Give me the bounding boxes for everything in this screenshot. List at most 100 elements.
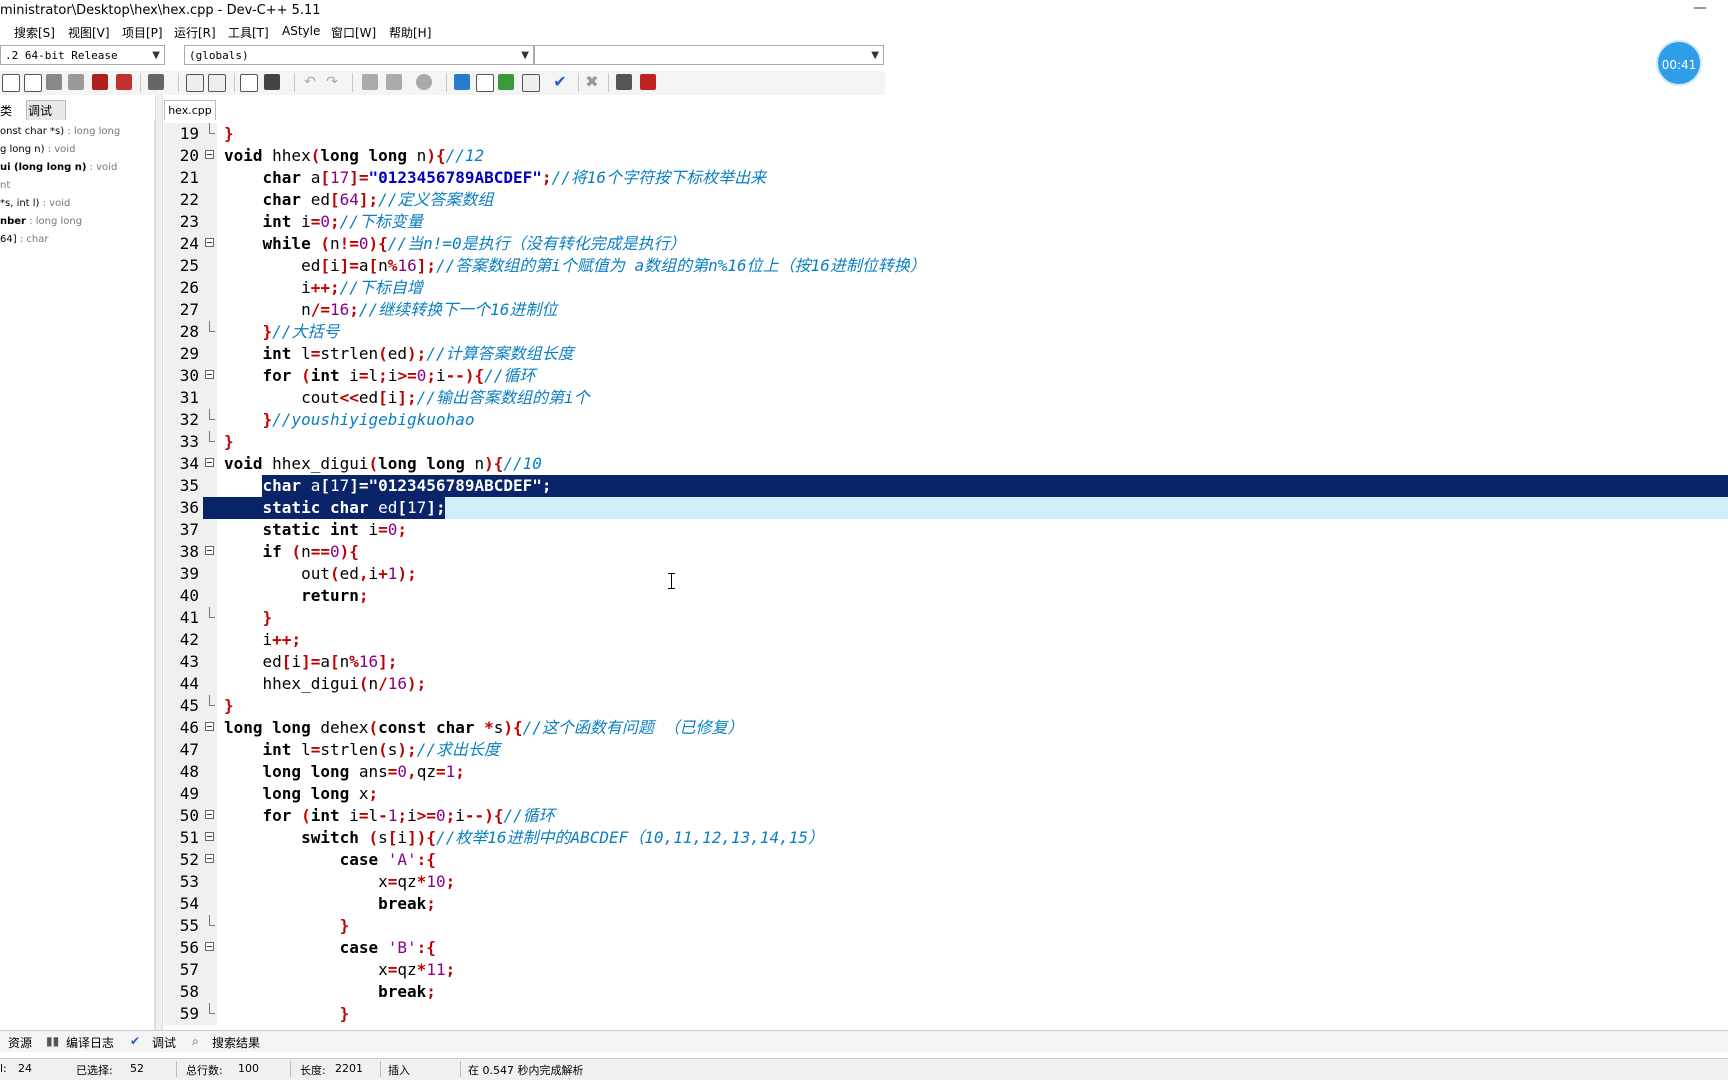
- code-line[interactable]: 22 char ed[64];//定义答案数组: [164, 189, 1728, 211]
- code-line[interactable]: 19}: [164, 123, 1728, 145]
- code-line[interactable]: 25 ed[i]=a[n%16];//答案数组的第i个赋值为 a数组的第n%16…: [164, 255, 1728, 277]
- menu-tools[interactable]: 工具[T]: [228, 24, 269, 41]
- fold-toggle-icon[interactable]: [205, 942, 214, 951]
- list-item[interactable]: nt: [0, 180, 10, 191]
- code-line[interactable]: 40 return;: [164, 585, 1728, 607]
- undo-icon[interactable]: ↶: [302, 74, 318, 90]
- code-line[interactable]: 59 }: [164, 1003, 1728, 1025]
- code-line[interactable]: 50 for (int i=l-1;i>=0;i--){//循环: [164, 805, 1728, 827]
- toggle-bookmark-icon[interactable]: [362, 74, 378, 90]
- code-line[interactable]: 35 char a[17]="0123456789ABCDEF";: [164, 475, 1728, 497]
- fold-toggle-icon[interactable]: [205, 370, 214, 379]
- fold-toggle-icon[interactable]: [205, 150, 214, 159]
- run-icon[interactable]: [476, 74, 494, 92]
- fold-toggle-icon[interactable]: [205, 810, 214, 819]
- code-line[interactable]: 28 }//大括号: [164, 321, 1728, 343]
- save-all-icon[interactable]: [68, 74, 84, 90]
- code-line[interactable]: 41 }: [164, 607, 1728, 629]
- comment-icon[interactable]: [416, 74, 432, 90]
- code-line[interactable]: 46 long long dehex(const char *s){//这个函数有…: [164, 717, 1728, 739]
- tab-classes[interactable]: 类: [0, 102, 12, 119]
- print-icon[interactable]: [148, 74, 164, 90]
- code-line[interactable]: 53 x=qz*10;: [164, 871, 1728, 893]
- menu-window[interactable]: 窗口[W]: [331, 24, 376, 41]
- indent-icon[interactable]: [264, 74, 280, 90]
- rebuild-all-icon[interactable]: [522, 74, 540, 92]
- list-item[interactable]: g long n) : void: [0, 144, 75, 155]
- code-line[interactable]: 38 if (n==0){: [164, 541, 1728, 563]
- save-icon[interactable]: [46, 74, 62, 90]
- code-line[interactable]: 48 long long ans=0,qz=1;: [164, 761, 1728, 783]
- replace-icon[interactable]: [208, 74, 226, 92]
- code-line[interactable]: 32 }//youshiyigebigkuohao: [164, 409, 1728, 431]
- code-line[interactable]: 36 static char ed[17];: [164, 497, 1728, 519]
- fold-toggle-icon[interactable]: [205, 238, 214, 247]
- syntax-check-icon[interactable]: ✔: [552, 74, 568, 90]
- code-line[interactable]: 49 long long x;: [164, 783, 1728, 805]
- code-line[interactable]: 26 i++;//下标自增: [164, 277, 1728, 299]
- code-editor[interactable]: 19} 20 void hhex(long long n){//12 21 char …: [164, 123, 1728, 1025]
- code-line[interactable]: 20 void hhex(long long n){//12: [164, 145, 1728, 167]
- list-item[interactable]: 64] : char: [0, 234, 48, 245]
- fold-toggle-icon[interactable]: [205, 458, 214, 467]
- tab-debug-output[interactable]: 调试: [152, 1034, 176, 1051]
- list-item[interactable]: ui (long long n) : void: [0, 162, 117, 173]
- code-line[interactable]: 23 int i=0;//下标变量: [164, 211, 1728, 233]
- code-line[interactable]: 24 while (n!=0){//当n!=0是执行（没有转化完成是执行）: [164, 233, 1728, 255]
- redo-icon[interactable]: ↷: [324, 74, 340, 90]
- compile-run-icon[interactable]: [498, 74, 514, 90]
- code-line[interactable]: 55 }: [164, 915, 1728, 937]
- code-line[interactable]: 56 case 'B':{: [164, 937, 1728, 959]
- code-line[interactable]: 57 x=qz*11;: [164, 959, 1728, 981]
- code-line[interactable]: 31 cout<<ed[i];//输出答案数组的第i个: [164, 387, 1728, 409]
- tab-search-results[interactable]: 搜索结果: [212, 1034, 260, 1051]
- fold-toggle-icon[interactable]: [205, 722, 214, 731]
- code-line[interactable]: 33}: [164, 431, 1728, 453]
- new-project-icon[interactable]: [24, 74, 42, 92]
- code-line[interactable]: 45}: [164, 695, 1728, 717]
- compile-icon[interactable]: [454, 74, 470, 90]
- menu-run[interactable]: 运行[R]: [174, 24, 216, 41]
- code-line[interactable]: 58 break;: [164, 981, 1728, 1003]
- member-select[interactable]: ▼: [534, 45, 884, 65]
- tab-debug[interactable]: 调试: [28, 102, 52, 119]
- stop-icon[interactable]: ✖: [584, 74, 600, 90]
- code-line[interactable]: 44 hhex_digui(n/16);: [164, 673, 1728, 695]
- menu-view[interactable]: 视图[V]: [68, 24, 110, 41]
- code-line[interactable]: 54 break;: [164, 893, 1728, 915]
- minimize-button[interactable]: —: [1690, 0, 1710, 20]
- code-line[interactable]: 43 ed[i]=a[n%16];: [164, 651, 1728, 673]
- fold-toggle-icon[interactable]: [205, 832, 214, 841]
- menu-project[interactable]: 项目[P]: [122, 24, 163, 41]
- code-line[interactable]: 39 out(ed,i+1);: [164, 563, 1728, 585]
- timer-badge[interactable]: 00:41: [1656, 40, 1702, 86]
- close-file-icon[interactable]: [92, 74, 108, 90]
- goto-bookmark-icon[interactable]: [386, 74, 402, 90]
- panel-splitter[interactable]: [155, 95, 163, 1030]
- goto-line-icon[interactable]: [240, 74, 258, 92]
- fold-toggle-icon[interactable]: [205, 854, 214, 863]
- menu-help[interactable]: 帮助[H]: [389, 24, 431, 41]
- code-line[interactable]: 52 case 'A':{: [164, 849, 1728, 871]
- list-item[interactable]: onst char *s) : long long: [0, 126, 120, 137]
- menu-astyle[interactable]: AStyle: [282, 24, 320, 38]
- list-item[interactable]: nber : long long: [0, 216, 82, 227]
- code-line[interactable]: 34 void hhex_digui(long long n){//10: [164, 453, 1728, 475]
- new-file-icon[interactable]: [2, 74, 20, 92]
- code-line[interactable]: 29 int l=strlen(ed);//计算答案数组长度: [164, 343, 1728, 365]
- tab-resources[interactable]: 资源: [8, 1034, 32, 1051]
- menu-search[interactable]: 搜索[S]: [14, 24, 55, 41]
- code-line[interactable]: 47 int l=strlen(s);//求出长度: [164, 739, 1728, 761]
- file-tab-hex-cpp[interactable]: hex.cpp: [164, 100, 216, 120]
- compiler-select[interactable]: .2 64-bit Release ▼: [0, 45, 165, 65]
- close-all-icon[interactable]: [116, 74, 132, 90]
- profile-icon[interactable]: [616, 74, 632, 90]
- find-icon[interactable]: [186, 74, 204, 92]
- tab-compile-log[interactable]: 编译日志: [66, 1034, 114, 1051]
- code-line[interactable]: 51 switch (s[i]){//枚举16进制中的ABCDEF（10,11,…: [164, 827, 1728, 849]
- code-line[interactable]: 37 static int i=0;: [164, 519, 1728, 541]
- delete-profile-icon[interactable]: [640, 74, 656, 90]
- fold-toggle-icon[interactable]: [205, 546, 214, 555]
- list-item[interactable]: *s, int l) : void: [0, 198, 70, 209]
- code-line[interactable]: 30 for (int i=l;i>=0;i--){//循环: [164, 365, 1728, 387]
